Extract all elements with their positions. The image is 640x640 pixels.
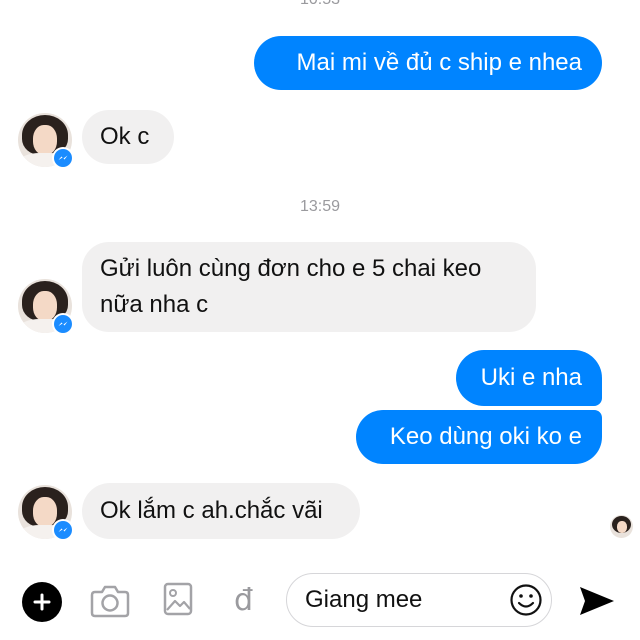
message-text: Keo dùng oki ko e — [389, 423, 582, 450]
message-bubble-outgoing[interactable]: Uki e nha — [456, 350, 602, 406]
timestamp-top: 10:53 — [0, 0, 640, 9]
message-bubble-incoming[interactable]: Gửi luôn cùng đơn cho e 5 chai keo nữa n… — [82, 242, 536, 332]
message-text: Mai mi về đủ c ship e nhea — [296, 49, 582, 76]
plus-icon[interactable] — [22, 582, 62, 622]
message-input[interactable] — [305, 582, 505, 618]
messenger-badge-icon — [52, 147, 74, 169]
emoji-icon[interactable] — [509, 583, 543, 622]
seen-indicator-avatar — [610, 515, 633, 538]
contact-avatar[interactable] — [18, 279, 74, 335]
message-bubble-incoming[interactable]: Ok lắm c ah.chắc vãi — [82, 483, 360, 539]
messenger-badge-icon — [52, 313, 74, 335]
timestamp-middle: 13:59 — [299, 198, 341, 215]
send-icon[interactable] — [578, 584, 616, 623]
message-bubble-incoming[interactable]: Ok c — [82, 110, 174, 164]
contact-avatar[interactable] — [18, 485, 74, 541]
camera-icon[interactable] — [90, 584, 130, 623]
message-bubble-outgoing[interactable]: Keo dùng oki ko e — [356, 410, 602, 464]
gallery-icon[interactable] — [163, 582, 193, 621]
message-text: Ok c — [100, 123, 150, 150]
message-bubble-outgoing[interactable]: Mai mi về đủ c ship e nhea — [254, 36, 602, 90]
message-text-line: Gửi luôn cùng đơn cho e 5 chai keo — [100, 255, 482, 282]
composer-bar: đ — [0, 560, 640, 640]
contact-avatar[interactable] — [18, 113, 74, 169]
messenger-badge-icon — [52, 519, 74, 541]
dong-payment-icon[interactable]: đ — [234, 586, 253, 616]
message-text-line: nữa nha c — [100, 291, 209, 318]
message-text: Uki e nha — [480, 364, 582, 391]
message-text: Ok lắm c ah.chắc vãi — [100, 497, 323, 524]
message-input-container[interactable] — [286, 573, 552, 627]
